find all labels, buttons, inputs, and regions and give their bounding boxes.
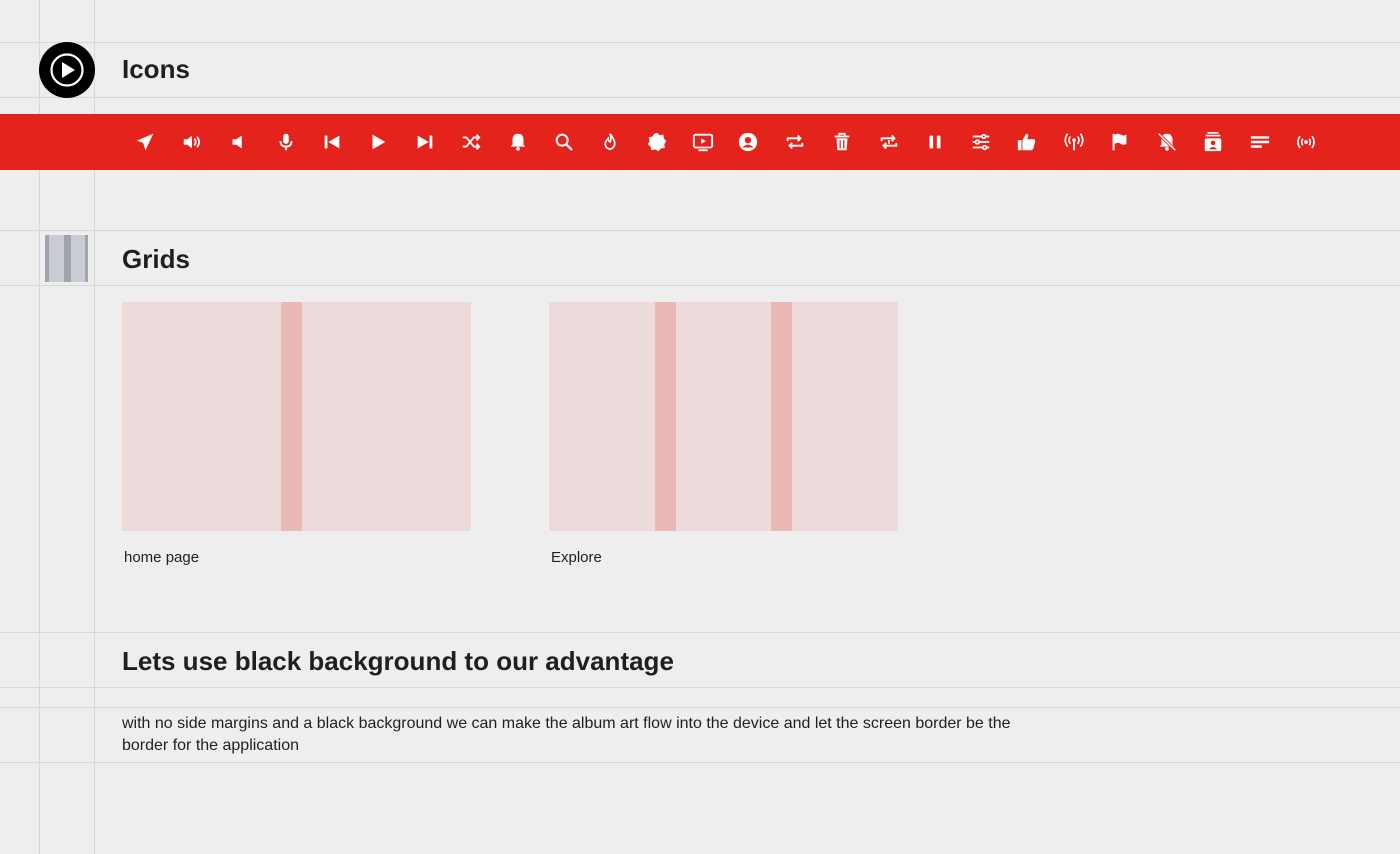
shuffle-icon <box>460 131 482 153</box>
grid-icon <box>45 235 88 282</box>
send-icon <box>134 131 156 153</box>
account-circle-icon <box>737 131 759 153</box>
grid-column-gutter <box>655 302 676 531</box>
guide-line <box>0 632 1400 633</box>
microphone-icon <box>275 131 297 153</box>
flag-icon <box>1109 131 1131 153</box>
home-page-grid-caption: home page <box>124 549 200 566</box>
badge-icon <box>646 131 668 153</box>
trash-icon <box>831 131 853 153</box>
guide-line <box>0 687 1400 688</box>
guide-line <box>0 42 1400 43</box>
black-background-description: with no side margins and a black backgro… <box>122 715 1011 754</box>
lines-icon <box>1249 131 1271 153</box>
guide-line <box>0 285 1400 286</box>
fire-icon <box>599 131 621 153</box>
play-icon <box>367 131 389 153</box>
youtube-music-logo <box>39 42 95 98</box>
black-background-section-title: Lets use black background to our advanta… <box>122 646 674 676</box>
guide-line <box>0 762 1400 763</box>
bell-off-icon <box>1156 131 1178 153</box>
repeat-icon <box>784 131 806 153</box>
sliders-icon <box>970 131 992 153</box>
guide-line <box>0 230 1400 231</box>
grid-column-gutter <box>771 302 792 531</box>
subscriptions-icon <box>1202 131 1224 153</box>
guide-line <box>0 707 1400 708</box>
video-library-icon <box>692 131 714 153</box>
grids-section-title: Grids <box>122 244 190 274</box>
home-page-grid <box>122 302 471 531</box>
skip-next-icon <box>414 131 436 153</box>
volume-down-icon <box>228 131 250 153</box>
podcast-icon <box>1063 131 1085 153</box>
broadcast-icon <box>1295 131 1317 153</box>
pause-icon <box>924 131 946 153</box>
explore-grid-caption: Explore <box>551 549 602 566</box>
volume-up-icon <box>181 131 203 153</box>
explore-grid <box>549 302 898 531</box>
icons-section-title: Icons <box>122 54 190 84</box>
repeat-one-icon <box>878 131 900 153</box>
search-icon <box>553 131 575 153</box>
grid-column-gutter <box>281 302 302 531</box>
skip-previous-icon <box>321 131 343 153</box>
guide-line <box>0 97 1400 98</box>
icon-bar <box>0 114 1400 170</box>
bell-icon <box>507 131 529 153</box>
thumbs-up-icon <box>1016 131 1038 153</box>
